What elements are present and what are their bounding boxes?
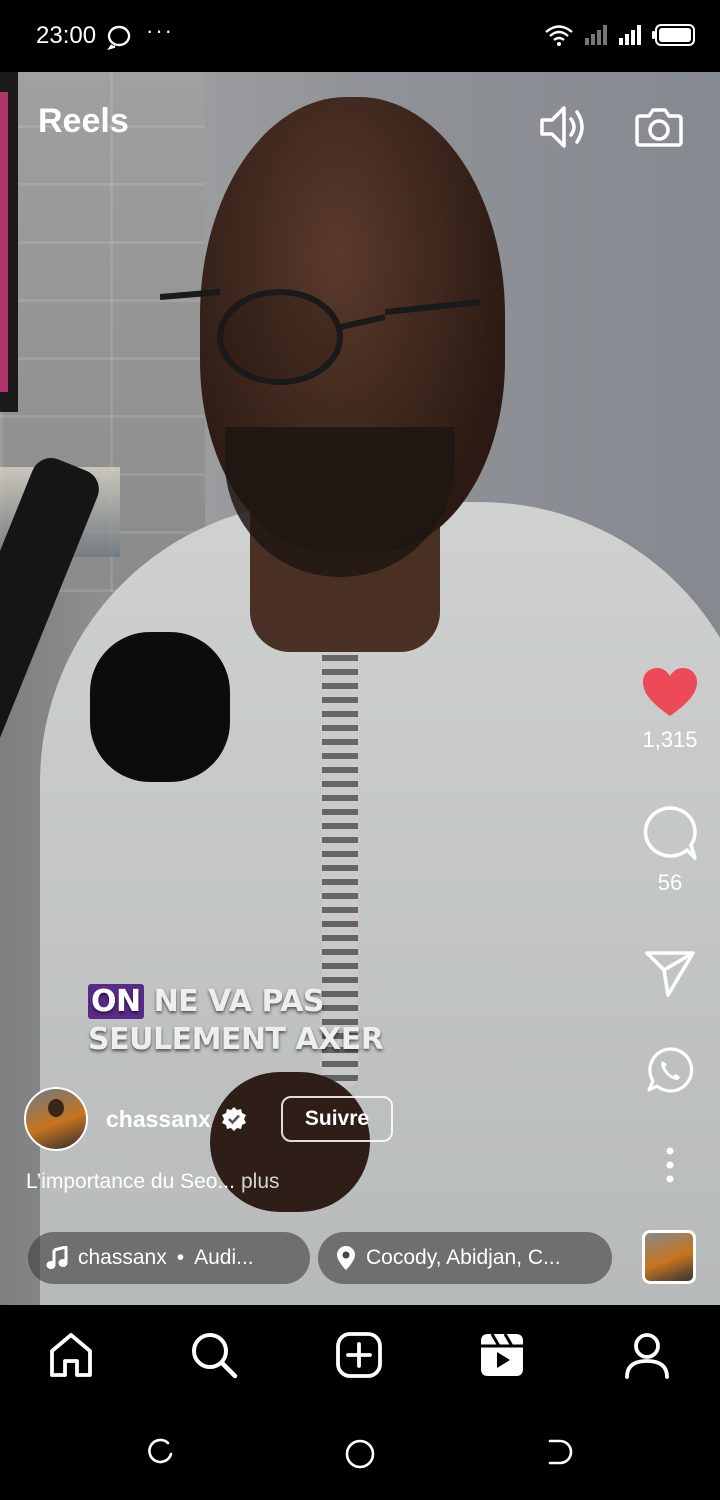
back-icon[interactable]: [546, 1438, 574, 1466]
monitor: [0, 72, 18, 412]
more-notifications-icon: ···: [146, 18, 174, 43]
audio-thumbnail[interactable]: [642, 1230, 696, 1284]
more-link[interactable]: plus: [241, 1170, 280, 1193]
camera-icon[interactable]: [634, 102, 684, 152]
send-icon[interactable]: [644, 948, 696, 998]
message-icon: [107, 25, 131, 50]
follow-button[interactable]: Suivre: [280, 1096, 394, 1142]
battery-icon: [652, 24, 695, 46]
username[interactable]: chassanx: [106, 1106, 211, 1133]
status-time: 23:00: [36, 22, 97, 49]
search-icon[interactable]: [190, 1331, 238, 1379]
page-title: Reels: [38, 102, 129, 140]
microphone: [90, 632, 230, 782]
reels-icon[interactable]: [478, 1331, 526, 1379]
more-options-icon[interactable]: [664, 1146, 676, 1186]
heart-icon[interactable]: [642, 668, 698, 718]
audio-pill[interactable]: chassanx • Audi...: [28, 1232, 310, 1284]
caption-highlight: ON: [88, 984, 144, 1019]
music-note-icon: [46, 1246, 68, 1269]
status-icons: [544, 24, 696, 46]
recents-icon[interactable]: [146, 1438, 174, 1466]
caption-line1: NE VA PAS: [153, 984, 325, 1019]
location-text: Cocody, Abidjan, C...: [366, 1246, 561, 1269]
glasses: [160, 289, 480, 385]
more-action: [620, 1146, 720, 1191]
author-row: chassanx Suivre: [24, 1087, 394, 1151]
comment-action: 56: [620, 805, 720, 896]
location-pin-icon: [337, 1246, 355, 1270]
home-icon[interactable]: [47, 1331, 95, 1379]
signal-icon: [585, 25, 607, 45]
comment-count: 56: [657, 870, 683, 895]
home-button-icon[interactable]: [344, 1438, 376, 1470]
audio-artist: chassanx: [78, 1246, 167, 1269]
like-action: 1,315: [620, 668, 720, 753]
profile-icon[interactable]: [623, 1331, 671, 1379]
reel-description[interactable]: L’importance du Seo... plus: [26, 1170, 280, 1194]
volume-icon[interactable]: [538, 102, 588, 152]
signal-icon-2: [619, 25, 641, 45]
description-text: L’importance du Seo...: [26, 1170, 235, 1193]
audio-title: Audi...: [194, 1246, 254, 1269]
avatar[interactable]: [24, 1087, 88, 1151]
verified-badge-icon: [221, 1107, 246, 1131]
caption-line2: SEULEMENT AXER: [88, 1022, 384, 1057]
comment-icon[interactable]: [642, 805, 698, 861]
create-icon[interactable]: [335, 1331, 383, 1379]
video-caption: ON NE VA PAS SEULEMENT AXER: [88, 983, 384, 1059]
like-count: 1,315: [642, 727, 698, 752]
share-action: [620, 948, 720, 1003]
system-nav: [0, 1410, 720, 1500]
whatsapp-action: [620, 1046, 720, 1099]
wifi-icon: [545, 25, 573, 46]
whatsapp-icon[interactable]: [646, 1046, 694, 1094]
status-bar: 23:00 ···: [0, 0, 720, 72]
audio-separator: •: [176, 1246, 185, 1269]
location-pill[interactable]: Cocody, Abidjan, C...: [318, 1232, 612, 1284]
bottom-nav: [0, 1305, 720, 1410]
